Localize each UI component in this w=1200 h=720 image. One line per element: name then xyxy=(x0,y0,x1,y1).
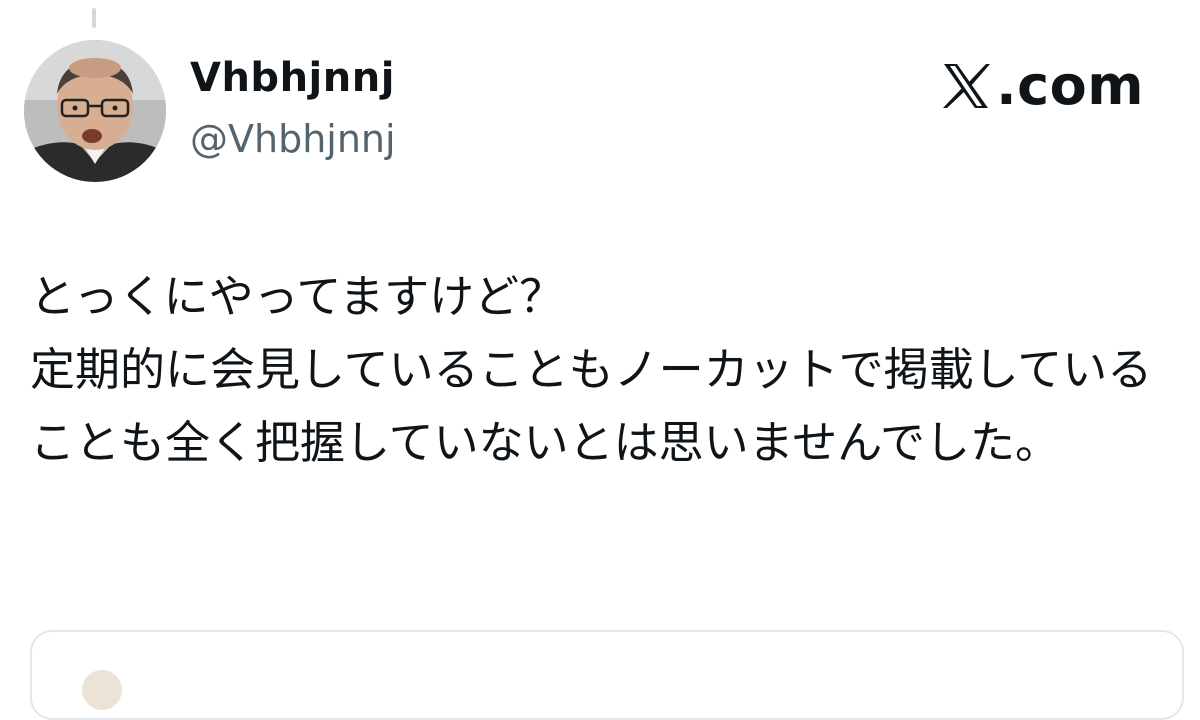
x-logo-icon xyxy=(943,64,991,108)
quoted-tweet-card[interactable] xyxy=(30,630,1184,720)
quoted-tweet-avatar xyxy=(82,670,122,710)
x-com-brand: .com xyxy=(940,56,1144,116)
author-handle[interactable]: @Vhbhjnnj xyxy=(190,120,396,158)
avatar-photo-icon xyxy=(24,40,166,182)
author-avatar[interactable] xyxy=(24,40,166,182)
brand-domain-text: .com xyxy=(996,54,1144,117)
author-display-name[interactable]: Vhbhjnnj xyxy=(190,58,395,98)
tweet-text: とっくにやってますけど？ 定期的に会見していることもノーカットで掲載していること… xyxy=(30,270,1153,469)
thread-connector-line xyxy=(92,8,96,28)
